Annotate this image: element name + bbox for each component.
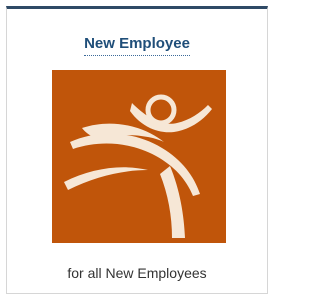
employee-card: New Employee for all New Employees (6, 6, 268, 294)
card-subtitle: for all New Employees (67, 265, 207, 281)
dancing-figure-logo-icon (52, 70, 226, 243)
card-title[interactable]: New Employee (84, 35, 190, 56)
new-employee-link[interactable]: New Employee (7, 35, 267, 56)
new-employee-tile[interactable] (52, 70, 226, 243)
